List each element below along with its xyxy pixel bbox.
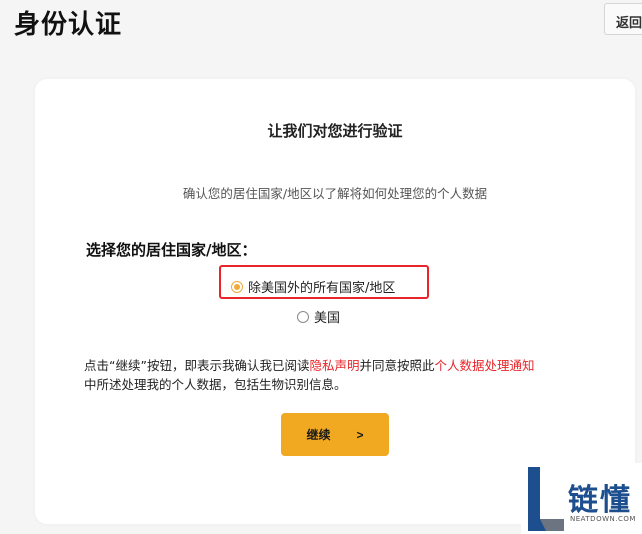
radio-option-label: 美国 bbox=[314, 311, 341, 326]
consent-text-part3: 中所述处理我的个人数据，包括生物识别信息。 bbox=[84, 377, 347, 392]
chevron-right-icon: > bbox=[356, 427, 364, 442]
logo-mark-icon bbox=[528, 467, 564, 531]
radio-option-non-us[interactable]: 除美国外的所有国家/地区 bbox=[231, 277, 395, 296]
residence-label: 选择您的居住国家/地区： bbox=[86, 241, 257, 259]
radio-option-us[interactable]: 美国 bbox=[297, 307, 340, 326]
continue-button[interactable]: 继续 > bbox=[281, 413, 389, 456]
watermark-logo: 链懂 NEATDOWN.COM bbox=[521, 463, 642, 534]
verification-card: 让我们对您进行验证 确认您的居住国家/地区以了解将如何处理您的个人数据 选择您的… bbox=[35, 79, 635, 524]
privacy-statement-link[interactable]: 隐私声明 bbox=[309, 358, 359, 373]
consent-text-part1: 点击“继续”按钮，即表示我确认我已阅读 bbox=[84, 358, 310, 373]
radio-unselected-icon[interactable] bbox=[297, 310, 309, 323]
radio-selected-icon[interactable] bbox=[231, 280, 243, 293]
radio-option-label: 除美国外的所有国家/地区 bbox=[248, 281, 396, 296]
watermark-subtext: NEATDOWN.COM bbox=[570, 515, 636, 523]
card-heading: 让我们对您进行验证 bbox=[267, 122, 403, 140]
back-button[interactable]: 返回 bbox=[604, 3, 642, 35]
page-title: 身份认证 bbox=[14, 10, 123, 40]
watermark-text: 链懂 bbox=[568, 483, 632, 518]
consent-text: 点击“继续”按钮，即表示我确认我已阅读隐私声明并同意按照此个人数据处理通知中所述… bbox=[84, 356, 604, 394]
data-processing-notice-link[interactable]: 个人数据处理通知 bbox=[434, 358, 534, 373]
card-subtitle: 确认您的居住国家/地区以了解将如何处理您的个人数据 bbox=[182, 186, 488, 201]
continue-label: 继续 bbox=[306, 428, 331, 442]
consent-text-part2: 并同意按照此 bbox=[359, 358, 435, 373]
